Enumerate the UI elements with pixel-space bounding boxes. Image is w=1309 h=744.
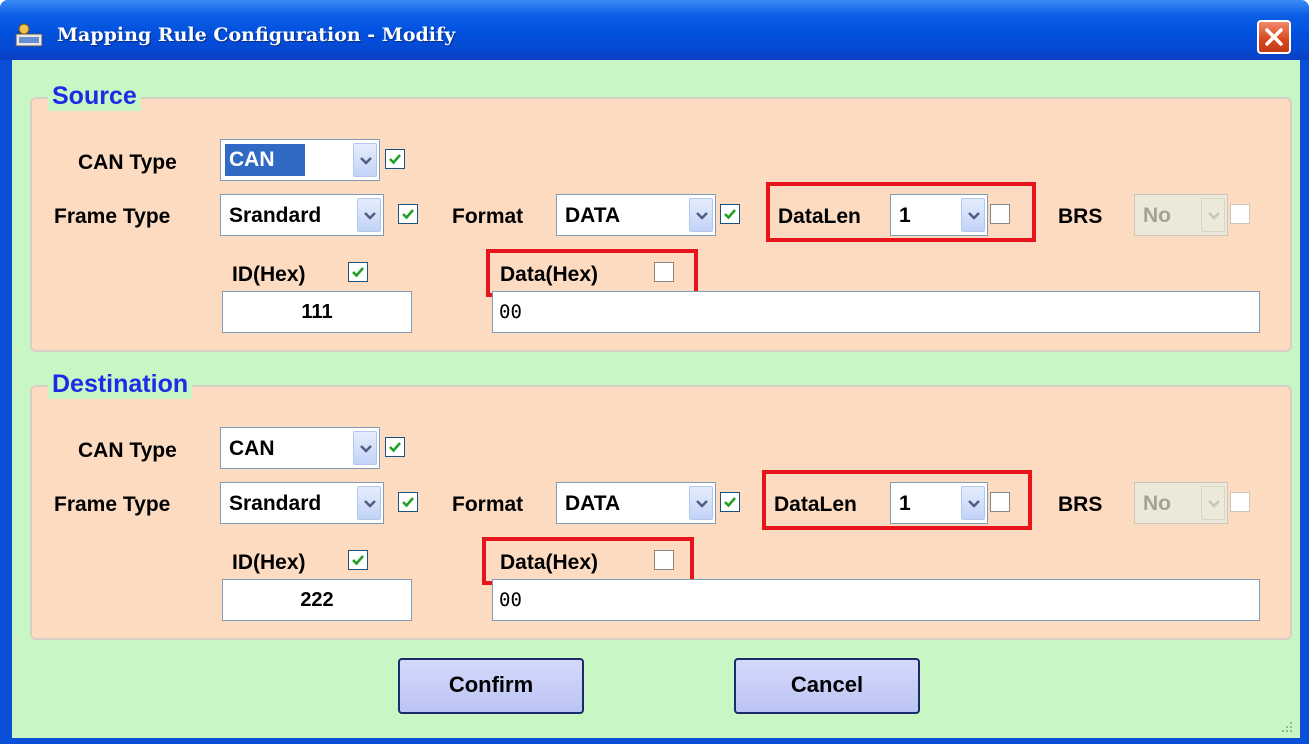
source-frame-type-checkbox[interactable] bbox=[398, 204, 418, 224]
destination-brs-select: No bbox=[1134, 482, 1228, 524]
destination-frame-type-label: Frame Type bbox=[54, 493, 171, 516]
source-can-type-select[interactable]: CAN bbox=[220, 139, 380, 181]
source-can-type-value: CAN bbox=[225, 144, 305, 176]
source-group: Source CAN Type CAN Frame Type Srandard … bbox=[30, 82, 1292, 352]
source-datalen-value: 1 bbox=[899, 204, 911, 227]
chevron-down-icon[interactable] bbox=[961, 198, 985, 232]
chevron-down-icon[interactable] bbox=[689, 198, 713, 232]
source-data-checkbox[interactable] bbox=[654, 262, 674, 282]
close-icon bbox=[1265, 28, 1283, 46]
window-title: Mapping Rule Configuration - Modify bbox=[57, 24, 456, 46]
destination-datalen-label: DataLen bbox=[774, 493, 857, 516]
destination-data-checkbox[interactable] bbox=[654, 550, 674, 570]
chevron-down-icon[interactable] bbox=[961, 486, 985, 520]
destination-brs-checkbox bbox=[1230, 492, 1250, 512]
destination-data-input[interactable]: 00 bbox=[492, 579, 1260, 621]
destination-can-type-checkbox[interactable] bbox=[385, 437, 405, 457]
source-datalen-select[interactable]: 1 bbox=[890, 194, 988, 236]
title-bar[interactable]: Mapping Rule Configuration - Modify bbox=[0, 0, 1309, 60]
chevron-down-icon[interactable] bbox=[353, 143, 377, 177]
source-frame-type-label: Frame Type bbox=[54, 205, 171, 228]
source-id-checkbox[interactable] bbox=[348, 262, 368, 282]
cancel-button[interactable]: Cancel bbox=[734, 658, 920, 714]
source-brs-select: No bbox=[1134, 194, 1228, 236]
source-data-label: Data(Hex) bbox=[500, 263, 599, 286]
source-frame-type-value: Srandard bbox=[229, 204, 322, 227]
source-brs-value: No bbox=[1143, 204, 1171, 227]
source-can-type-label: CAN Type bbox=[78, 151, 177, 174]
dialog-body: Source CAN Type CAN Frame Type Srandard … bbox=[12, 60, 1300, 738]
destination-format-checkbox[interactable] bbox=[720, 492, 740, 512]
destination-datalen-select[interactable]: 1 bbox=[890, 482, 988, 524]
dialog-window: Mapping Rule Configuration - Modify Sour… bbox=[0, 0, 1309, 744]
source-format-value: DATA bbox=[565, 204, 621, 227]
destination-frame-type-value: Srandard bbox=[229, 492, 322, 515]
source-id-input[interactable]: 111 bbox=[222, 291, 412, 333]
chevron-down-icon bbox=[1201, 198, 1225, 232]
chevron-down-icon[interactable] bbox=[353, 431, 377, 465]
source-datalen-checkbox[interactable] bbox=[990, 204, 1010, 224]
destination-format-value: DATA bbox=[565, 492, 621, 515]
destination-can-type-select[interactable]: CAN bbox=[220, 427, 380, 469]
chevron-down-icon bbox=[1201, 486, 1225, 520]
destination-group: Destination CAN Type CAN Frame Type Sran… bbox=[30, 370, 1292, 640]
source-brs-checkbox bbox=[1230, 204, 1250, 224]
confirm-button[interactable]: Confirm bbox=[398, 658, 584, 714]
source-can-type-checkbox[interactable] bbox=[385, 149, 405, 169]
destination-can-type-label: CAN Type bbox=[78, 439, 177, 462]
chevron-down-icon[interactable] bbox=[357, 198, 381, 232]
destination-brs-label: BRS bbox=[1058, 493, 1103, 516]
source-data-input[interactable]: 00 bbox=[492, 291, 1260, 333]
destination-frame-type-checkbox[interactable] bbox=[398, 492, 418, 512]
close-button[interactable] bbox=[1257, 20, 1291, 54]
source-id-label: ID(Hex) bbox=[232, 263, 306, 286]
source-format-checkbox[interactable] bbox=[720, 204, 740, 224]
destination-data-label: Data(Hex) bbox=[500, 551, 599, 574]
source-legend: Source bbox=[48, 82, 141, 111]
destination-frame-type-select[interactable]: Srandard bbox=[220, 482, 384, 524]
source-format-label: Format bbox=[452, 205, 524, 228]
destination-format-select[interactable]: DATA bbox=[556, 482, 716, 524]
destination-legend: Destination bbox=[48, 370, 193, 399]
app-window-icon bbox=[15, 23, 43, 47]
destination-brs-value: No bbox=[1143, 492, 1171, 515]
source-frame-type-select[interactable]: Srandard bbox=[220, 194, 384, 236]
chevron-down-icon[interactable] bbox=[689, 486, 713, 520]
source-datalen-label: DataLen bbox=[778, 205, 861, 228]
destination-datalen-value: 1 bbox=[899, 492, 911, 515]
destination-format-label: Format bbox=[452, 493, 524, 516]
destination-id-checkbox[interactable] bbox=[348, 550, 368, 570]
destination-datalen-checkbox[interactable] bbox=[990, 492, 1010, 512]
destination-id-label: ID(Hex) bbox=[232, 551, 306, 574]
destination-id-input[interactable]: 222 bbox=[222, 579, 412, 621]
resize-grip-icon[interactable] bbox=[1278, 718, 1294, 734]
source-format-select[interactable]: DATA bbox=[556, 194, 716, 236]
source-brs-label: BRS bbox=[1058, 205, 1103, 228]
chevron-down-icon[interactable] bbox=[357, 486, 381, 520]
destination-can-type-value: CAN bbox=[229, 437, 275, 460]
